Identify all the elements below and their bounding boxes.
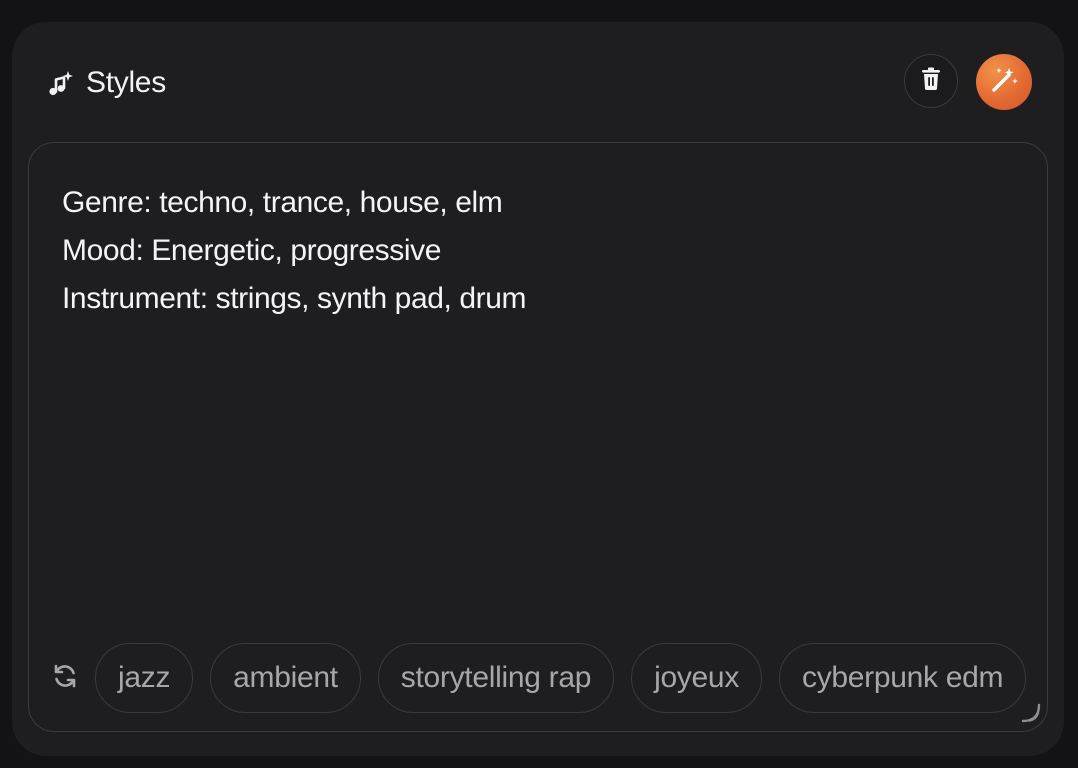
generate-styles-button[interactable] — [976, 54, 1032, 110]
magic-wand-icon — [989, 65, 1019, 100]
refresh-icon — [51, 662, 79, 695]
clear-button[interactable] — [904, 54, 958, 108]
styles-card: Styles Genre: techno, trance, house, elm… — [12, 22, 1064, 756]
styles-textarea[interactable]: Genre: techno, trance, house, elm Mood: … — [28, 142, 1048, 732]
suggestion-chip-jazz[interactable]: jazz — [95, 643, 194, 713]
card-header: Styles — [46, 66, 166, 100]
suggestion-chip-storytelling-rap[interactable]: storytelling rap — [377, 643, 615, 713]
style-suggestions: jazz ambient storytelling rap joyeux cyb… — [49, 641, 1043, 715]
suggestion-chip-cyberpunk-edm[interactable]: cyberpunk edm — [779, 643, 1027, 713]
music-note-sparkle-icon — [46, 69, 74, 97]
instrument-line: Instrument: strings, synth pad, drum — [62, 282, 527, 315]
refresh-suggestions-button[interactable] — [49, 662, 81, 694]
resize-handle-icon[interactable] — [1019, 701, 1043, 725]
card-title: Styles — [86, 66, 166, 99]
suggestion-chip-ambient[interactable]: ambient — [210, 643, 361, 713]
genre-line: Genre: techno, trance, house, elm — [62, 186, 503, 219]
styles-text[interactable]: Genre: techno, trance, house, elm Mood: … — [62, 179, 527, 323]
trash-icon — [920, 67, 942, 96]
suggestion-chip-joyeux[interactable]: joyeux — [631, 643, 763, 713]
mood-line: Mood: Energetic, progressive — [62, 234, 441, 267]
